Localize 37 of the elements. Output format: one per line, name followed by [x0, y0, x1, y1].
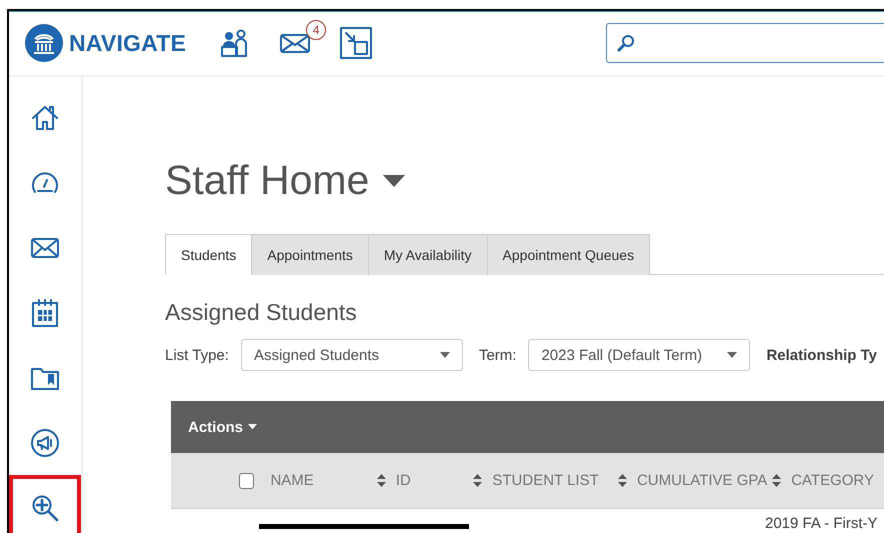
filter-label: Term: [478, 346, 516, 364]
title-dropdown-icon[interactable] [383, 174, 406, 186]
sort-icon [618, 474, 627, 487]
megaphone-icon [30, 428, 60, 458]
sidebar-item[interactable] [9, 475, 81, 533]
page-title: Staff Home [165, 157, 370, 204]
notification-badge: 4 [306, 20, 326, 40]
envelope-icon [31, 238, 59, 258]
actions-menu[interactable]: Actions [188, 418, 258, 436]
select-all-checkbox[interactable] [239, 472, 254, 488]
gauge-icon [30, 170, 60, 194]
sort-icon [376, 474, 386, 487]
search-field[interactable] [606, 23, 884, 63]
filter-label: List Type: [165, 346, 229, 364]
sort-icon [772, 474, 782, 487]
filter-label: Relationship Ty [766, 346, 878, 364]
caret-icon [440, 352, 450, 358]
zoom-in-icon [31, 494, 59, 522]
filter-dropdown[interactable]: 2023 Fall (Default Term) [528, 339, 750, 371]
tab[interactable]: Appointment Queues [488, 234, 650, 275]
logo-icon [25, 24, 63, 62]
table-cell: 2019 FA - First-Y [765, 515, 878, 532]
section-title: Assigned Students [165, 299, 358, 326]
sort-icon [473, 474, 482, 487]
tab[interactable]: Appointments [252, 234, 369, 275]
caret-icon [248, 424, 258, 430]
mail-icon[interactable] [280, 32, 312, 54]
caret-icon [727, 352, 738, 358]
search-icon [617, 34, 636, 52]
calendar-icon [32, 298, 58, 326]
tab[interactable]: Students [165, 234, 252, 275]
folder-icon [31, 366, 59, 390]
window-collapse-icon[interactable] [340, 27, 372, 59]
tab[interactable]: My Availability [368, 234, 488, 275]
home-icon [31, 104, 59, 130]
filter-dropdown[interactable]: Assigned Students [240, 339, 463, 371]
brand-name: NAVIGATE [69, 30, 186, 56]
